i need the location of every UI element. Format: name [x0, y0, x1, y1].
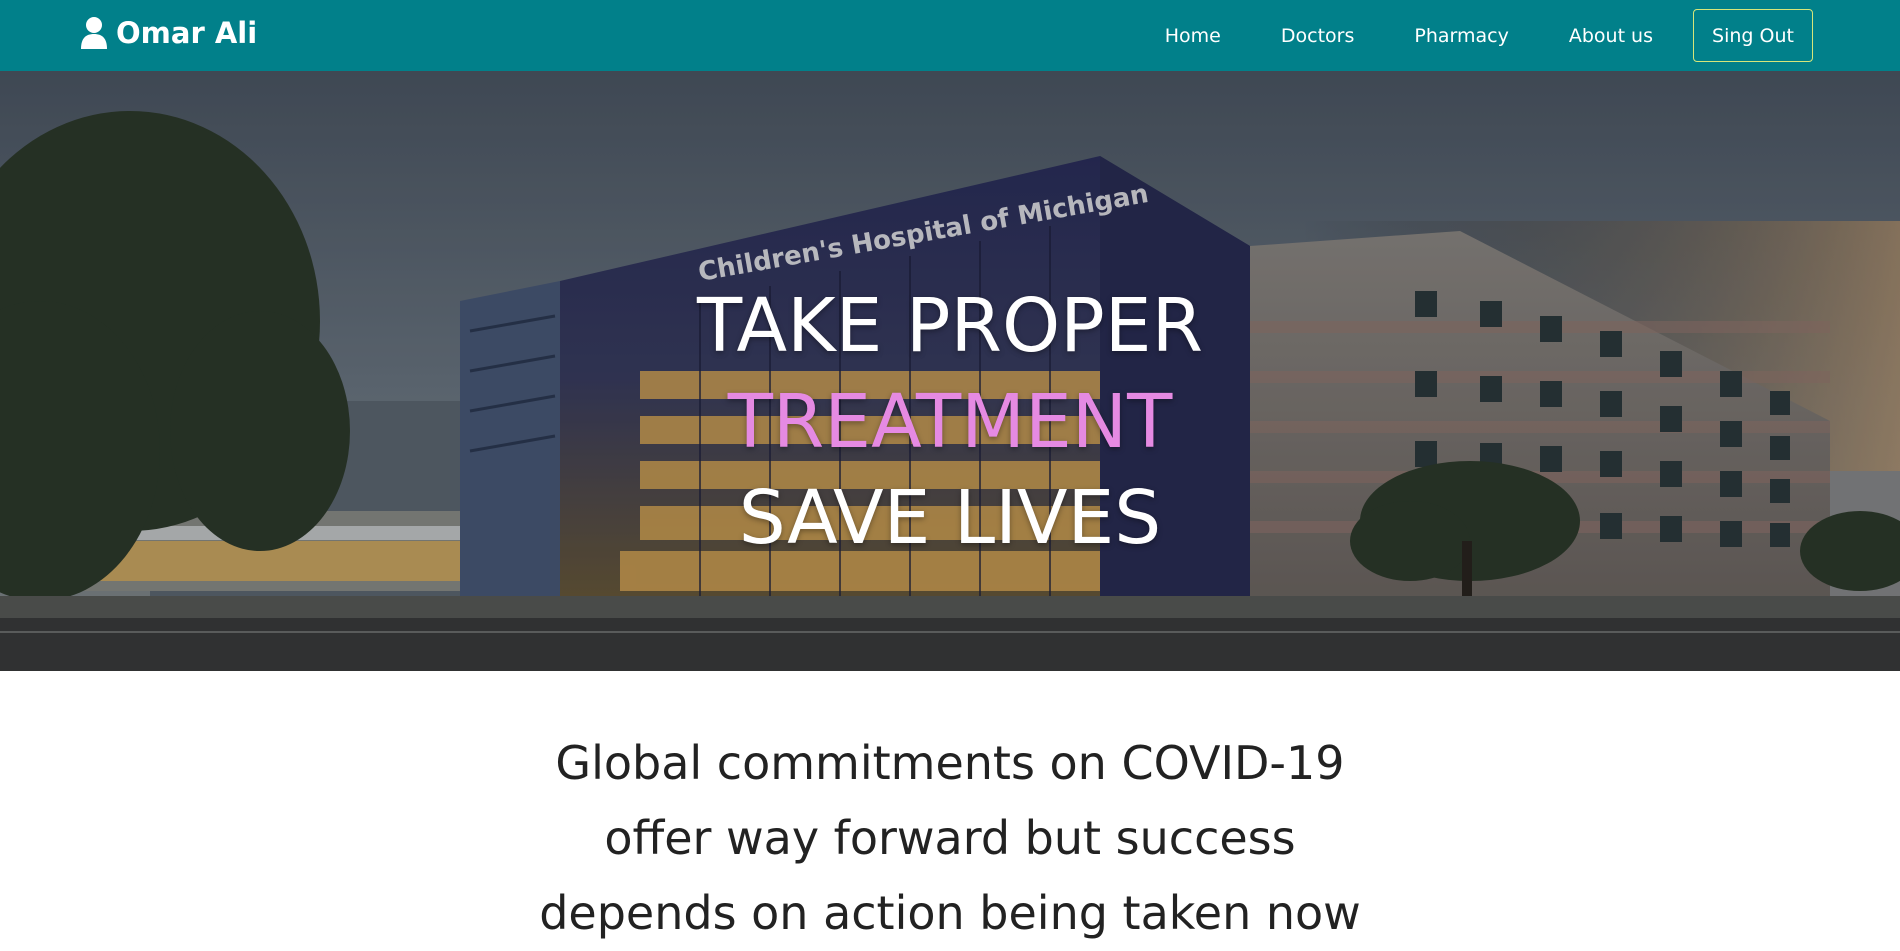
covid-headline: Global commitments on COVID-19 offer way… [539, 736, 1361, 940]
nav-about-link[interactable]: About us [1569, 25, 1653, 47]
main-content: Global commitments on COVID-19 offer way… [0, 671, 1900, 940]
hero-line-2: TREATMENT [727, 378, 1173, 465]
user-name: Omar Ali [116, 16, 258, 50]
user-icon [81, 17, 107, 49]
hero-line-1: TAKE PROPER [697, 282, 1203, 369]
nav-pharmacy-link[interactable]: Pharmacy [1414, 25, 1508, 47]
sign-out-button[interactable]: Sing Out [1693, 9, 1813, 62]
hero-line-3: SAVE LIVES [738, 474, 1162, 561]
hero-banner: Children's Hospital of Michigan TAKE PRO… [0, 71, 1900, 671]
user-profile-link[interactable]: Omar Ali [80, 16, 257, 50]
nav-home-link[interactable]: Home [1165, 25, 1221, 47]
hero-headline: TAKE PROPER TREATMENT SAVE LIVES [0, 278, 1900, 566]
nav-menu: Home Doctors Pharmacy About us Sing Out [1165, 0, 1900, 71]
nav-doctors-link[interactable]: Doctors [1281, 25, 1355, 47]
top-navbar: Omar Ali Home Doctors Pharmacy About us … [0, 0, 1900, 71]
